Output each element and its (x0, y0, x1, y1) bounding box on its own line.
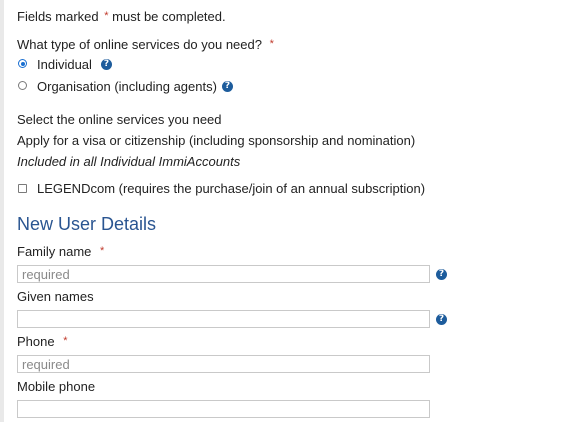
new-user-heading: New User Details (17, 214, 157, 234)
legendcom-checkbox[interactable] (18, 184, 27, 193)
family-name-input[interactable] (17, 265, 430, 283)
family-name-label: Family name * (17, 244, 105, 259)
phone-label: Phone * (17, 334, 68, 349)
help-icon[interactable]: ? (222, 81, 233, 92)
service-type-question: What type of online services do you need… (17, 37, 274, 52)
required-asterisk: * (269, 38, 274, 50)
radio-organisation-label[interactable]: Organisation (including agents) (37, 79, 217, 95)
given-names-label: Given names (17, 289, 94, 304)
radio-individual[interactable] (18, 59, 27, 68)
phone-input[interactable] (17, 355, 430, 373)
help-icon[interactable]: ? (101, 59, 112, 70)
required-fields-note: Fields marked * must be completed. (17, 9, 226, 24)
mobile-phone-input[interactable] (17, 400, 430, 418)
services-heading: Select the online services you need (17, 112, 222, 127)
included-note: Included in all Individual ImmiAccounts (17, 154, 241, 169)
radio-individual-label[interactable]: Individual (37, 57, 92, 73)
legendcom-label[interactable]: LEGENDcom (requires the purchase/join of… (37, 181, 425, 197)
form-panel: Fields marked * must be completed. What … (4, 0, 588, 422)
given-names-input[interactable] (17, 310, 430, 328)
required-asterisk: * (63, 335, 68, 347)
required-asterisk: * (104, 10, 109, 22)
apply-visa-line: Apply for a visa or citizenship (includi… (17, 133, 416, 148)
help-icon[interactable]: ? (436, 314, 447, 325)
help-icon[interactable]: ? (436, 269, 447, 280)
mobile-phone-label: Mobile phone (17, 379, 96, 394)
radio-organisation[interactable] (18, 81, 27, 90)
required-asterisk: * (100, 245, 105, 257)
